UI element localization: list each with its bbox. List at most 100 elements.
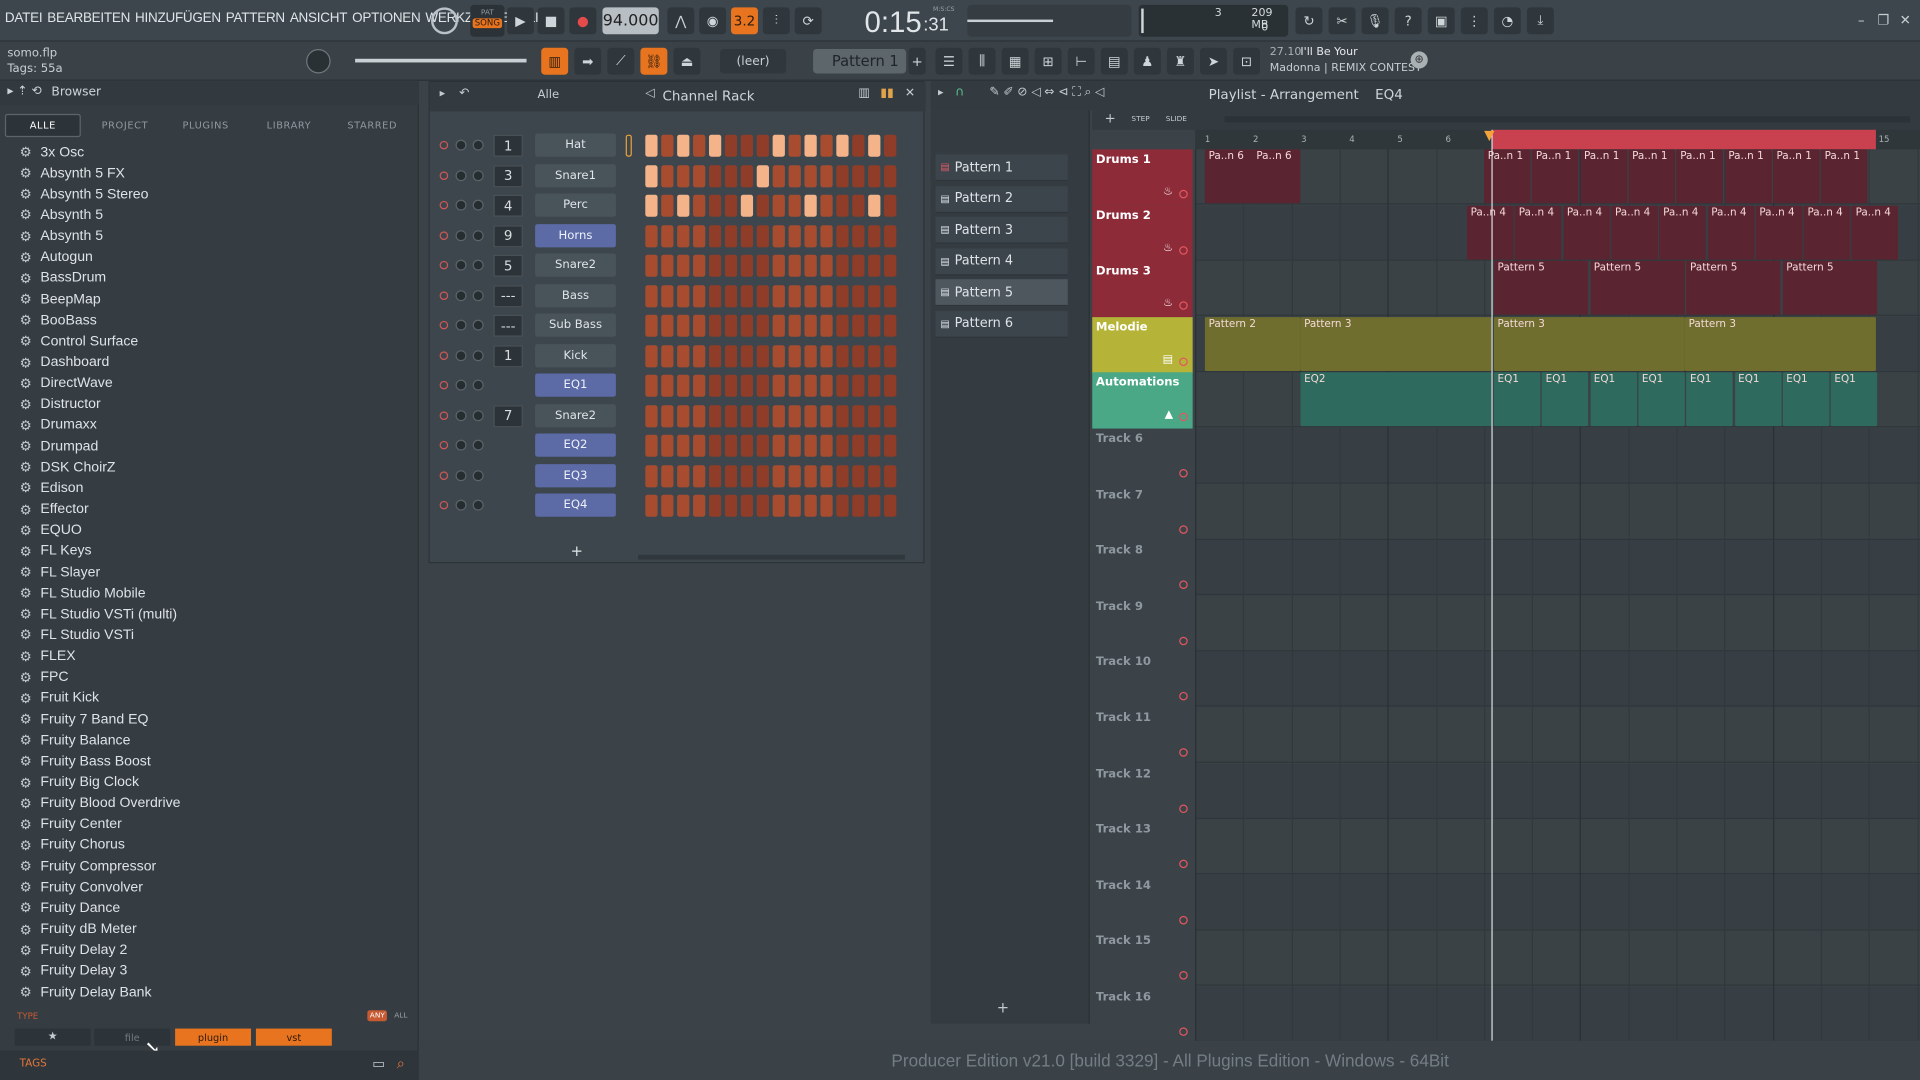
step-button[interactable] (788, 374, 801, 397)
channel-mixer-track[interactable]: 1 (493, 134, 523, 157)
step-button[interactable] (836, 374, 849, 397)
channel-volume-knob[interactable] (455, 169, 467, 181)
plugin-list-item[interactable]: ⚙ Fruity Balance (20, 730, 131, 751)
channel-mute-led[interactable] (439, 230, 449, 240)
channel-mute-led[interactable] (439, 470, 449, 480)
step-button[interactable] (724, 464, 738, 487)
track-lane[interactable] (1195, 875, 1920, 931)
step-button[interactable] (693, 434, 706, 457)
channel-mute-led[interactable] (439, 200, 449, 210)
pattern-clip[interactable]: Pa..n 1 (1772, 149, 1820, 204)
channel-mixer-track[interactable]: 9 (493, 224, 523, 247)
step-button[interactable] (884, 374, 897, 397)
track-header[interactable]: Automations ▲ (1092, 372, 1193, 430)
rack-filter[interactable]: Alle (538, 88, 560, 101)
step-button[interactable] (852, 194, 865, 217)
plugin-list-item[interactable]: ⚙ Fruity Compressor (20, 856, 157, 877)
channel-mute-led[interactable] (439, 320, 449, 330)
step-button[interactable] (740, 404, 754, 427)
step-button[interactable] (868, 314, 881, 337)
undo-history-button[interactable]: ↻ (1295, 7, 1323, 35)
step-button[interactable] (884, 134, 897, 157)
master-volume-slider[interactable] (355, 58, 527, 63)
pattern-clip[interactable]: Pa..n 4 (1707, 205, 1755, 260)
browser-tab-project[interactable]: PROJECT (86, 114, 164, 137)
minimize-button[interactable]: – (1851, 10, 1871, 30)
step-button[interactable] (661, 434, 674, 457)
pattern-clip[interactable]: Pa..n 4 (1466, 205, 1514, 260)
channel-pan-knob[interactable] (472, 349, 484, 361)
channel-volume-knob[interactable] (455, 409, 467, 421)
step-button[interactable] (677, 224, 690, 247)
track-header[interactable]: Drums 3 ♨ (1092, 261, 1193, 318)
mixer-button[interactable]: ⫼ (968, 47, 996, 75)
channel-pan-knob[interactable] (472, 469, 484, 481)
step-button[interactable] (868, 344, 881, 367)
channel-mute-led[interactable] (439, 170, 449, 180)
pattern-clip[interactable]: Pa..n 6 (1252, 149, 1301, 204)
step-button[interactable] (772, 344, 785, 367)
wait-button[interactable]: ◉ (699, 7, 727, 35)
channel-pan-knob[interactable] (472, 229, 484, 241)
playlist-menu-icon[interactable]: ▸ (938, 87, 944, 99)
step-button[interactable] (708, 434, 722, 457)
stamp-button[interactable]: ⏏ (673, 47, 701, 75)
channel-name-button[interactable]: Kick (535, 343, 616, 367)
channel-mixer-track[interactable]: 7 (493, 404, 523, 427)
step-button[interactable] (804, 494, 817, 517)
plugin-list-item[interactable]: ⚙ Fruity dB Meter (20, 919, 137, 940)
pattern-item[interactable]: ▤ Pattern 6 (935, 310, 1068, 338)
step-button[interactable] (756, 254, 769, 277)
folder-icon[interactable]: ▭ (372, 1056, 385, 1072)
track-lane[interactable] (1195, 540, 1920, 596)
step-button[interactable] (645, 194, 658, 217)
step-button[interactable] (724, 374, 738, 397)
step-button[interactable] (836, 434, 849, 457)
step-button[interactable] (820, 344, 833, 367)
step-button[interactable] (740, 434, 754, 457)
step-button[interactable] (868, 404, 881, 427)
step-button[interactable] (836, 194, 849, 217)
plugin-list-item[interactable]: ⚙ FL Keys (20, 541, 92, 562)
channel-volume-knob[interactable] (455, 499, 467, 511)
step-button[interactable] (804, 434, 817, 457)
plugin-list-item[interactable]: ⚙ Fruity Delay 2 (20, 940, 128, 961)
step-button[interactable] (804, 164, 817, 187)
track-header[interactable]: Melodie ▤ (1092, 316, 1193, 374)
channel-mixer-track[interactable]: --- (493, 284, 523, 307)
step-button[interactable] (804, 224, 817, 247)
pattern-clip[interactable]: Pattern 5 (1782, 261, 1877, 315)
channel-volume-knob[interactable] (455, 229, 467, 241)
plugin-list-item[interactable]: ⚙ Absynth 5 Stereo (20, 184, 149, 205)
step-button[interactable] (756, 314, 769, 337)
step-button[interactable] (693, 344, 706, 367)
automation-clip[interactable]: EQ1 (1541, 372, 1589, 427)
step-button[interactable] (645, 254, 658, 277)
pattern-clip[interactable]: Pa..n 4 (1611, 205, 1658, 260)
playhead[interactable] (1491, 129, 1493, 1041)
step-button[interactable] (820, 434, 833, 457)
plugin-list-item[interactable]: ⚙ Control Surface (20, 331, 139, 352)
channel-pan-knob[interactable] (472, 499, 484, 511)
step-button[interactable] (852, 134, 865, 157)
step-button[interactable] (645, 284, 658, 307)
step-button[interactable] (868, 374, 881, 397)
step-button[interactable] (708, 254, 722, 277)
step-button[interactable] (708, 194, 722, 217)
channel-pan-knob[interactable] (472, 139, 484, 151)
channel-pan-knob[interactable] (472, 379, 484, 391)
play-button[interactable]: ▶ (506, 7, 534, 35)
step-button[interactable] (756, 134, 769, 157)
track-record-icon[interactable] (1179, 1027, 1188, 1036)
track-record-icon[interactable] (1179, 189, 1188, 199)
channel-mute-led[interactable] (439, 290, 449, 300)
track-record-icon[interactable] (1179, 580, 1188, 590)
track-lane[interactable] (1195, 651, 1920, 708)
step-button[interactable] (788, 464, 801, 487)
plugin-list-item[interactable]: ⚙ FPC (20, 667, 69, 688)
draw-button[interactable]: ⟋ (607, 47, 635, 75)
rack-menu-icon[interactable]: ▸ (440, 88, 446, 100)
filter-vst-button[interactable]: vst (255, 1028, 332, 1046)
perf-button[interactable]: ♜ (1166, 47, 1194, 75)
step-button[interactable] (708, 164, 722, 187)
